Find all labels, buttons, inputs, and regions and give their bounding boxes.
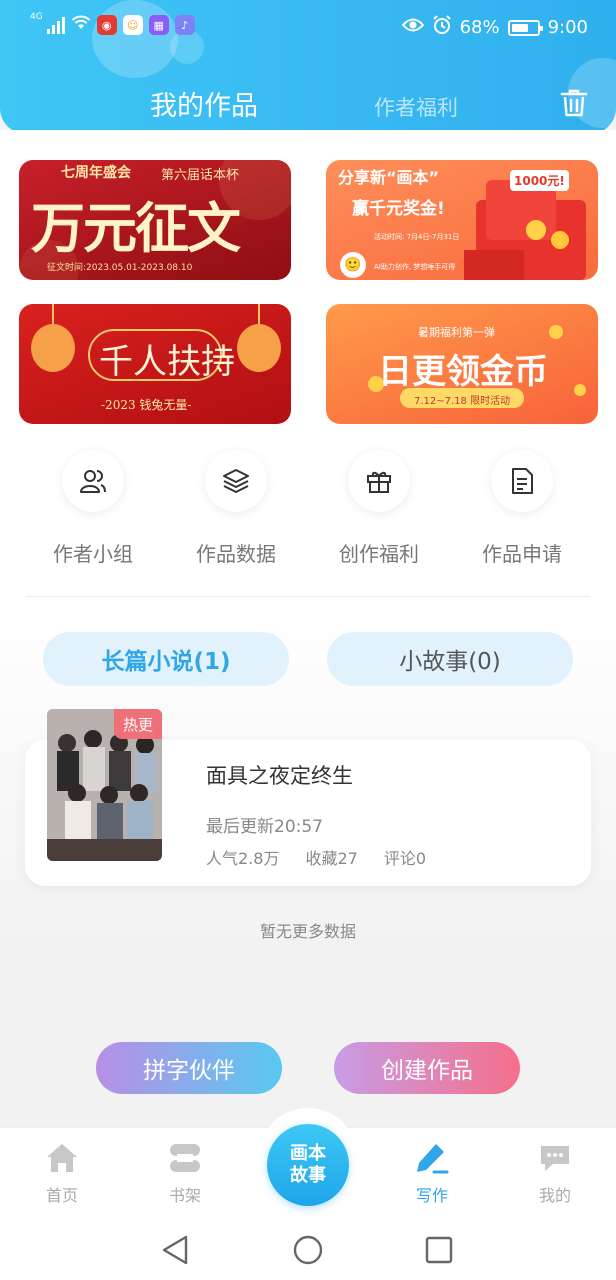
- group-icon: [62, 450, 124, 512]
- work-stats: 人气2.8万 收藏27 评论0: [206, 845, 426, 869]
- quick-work-application[interactable]: 作品申请: [457, 450, 587, 567]
- battery-percent: 68%: [459, 17, 500, 38]
- bookshelf-icon: [140, 1140, 230, 1176]
- quick-author-group[interactable]: 作者小组: [28, 450, 158, 567]
- partner-button[interactable]: 拼字伙伴: [96, 1042, 282, 1094]
- reward-badge: 1000元!: [510, 170, 569, 191]
- work-comments: 评论0: [383, 849, 427, 868]
- work-popularity: 人气2.8万: [206, 849, 280, 868]
- nav-mine[interactable]: 我的: [510, 1140, 600, 1206]
- banner-support-program[interactable]: 千人扶持 -2023 钱兔无量-: [19, 304, 291, 424]
- trash-icon[interactable]: [560, 88, 588, 118]
- tab-my-works[interactable]: 我的作品: [150, 84, 258, 123]
- create-work-button[interactable]: 创建作品: [334, 1042, 520, 1094]
- banner-share-reward[interactable]: 分享新“画本” 赢千元奖金! 1000元! 活动时间: 7月4日-7月31日 🙂…: [326, 160, 598, 280]
- netease-icon: ◉: [96, 15, 117, 35]
- gift-icon: [348, 450, 410, 512]
- segment-novels[interactable]: 长篇小说(1): [43, 632, 289, 686]
- banner-essay-contest[interactable]: 七周年盛会 第六届话本杯 万元征文 征文时间:2023.05.01-2023.0…: [19, 160, 291, 280]
- pen-icon: [387, 1140, 477, 1176]
- recents-icon[interactable]: [425, 1236, 453, 1264]
- music-icon: ♪: [174, 15, 195, 35]
- app-face-icon: ☺: [122, 15, 143, 35]
- hot-tag-badge: 热更: [114, 709, 162, 739]
- system-navigation-bar: [0, 1220, 616, 1280]
- wifi-icon: [71, 15, 91, 35]
- home-circle-icon[interactable]: [293, 1235, 323, 1265]
- quick-creation-benefits[interactable]: 创作福利: [314, 450, 444, 567]
- nav-write[interactable]: 写作: [387, 1140, 477, 1206]
- clock: 9:00: [547, 17, 588, 38]
- work-title[interactable]: 面具之夜定终生: [206, 760, 353, 790]
- eye-icon: [401, 17, 424, 38]
- tab-author-benefits[interactable]: 作者福利: [374, 92, 458, 122]
- home-icon: [17, 1140, 107, 1176]
- document-icon: [491, 450, 553, 512]
- app-grid-icon: ▦: [148, 15, 169, 35]
- nav-home[interactable]: 首页: [17, 1140, 107, 1206]
- segment-stories[interactable]: 小故事(0): [327, 632, 573, 686]
- nav-bookshelf[interactable]: 书架: [140, 1140, 230, 1206]
- battery-icon: [507, 19, 543, 36]
- alarm-icon: [432, 15, 452, 40]
- status-bar: 4G ◉ ☺ ▦ ♪ 68% 9:00: [0, 0, 616, 56]
- center-story-button[interactable]: 画本 故事: [267, 1124, 349, 1206]
- back-icon[interactable]: [162, 1235, 188, 1265]
- divider: [26, 596, 590, 597]
- network-type: 4G: [30, 12, 43, 22]
- work-last-update: 最后更新20:57: [206, 817, 323, 837]
- layers-icon: [205, 450, 267, 512]
- mascot-icon: 🙂: [340, 252, 366, 278]
- signal-icon: [46, 16, 65, 34]
- header: 4G ◉ ☺ ▦ ♪ 68% 9:00 我的作品 作者福利: [0, 0, 616, 134]
- no-more-data-text: 暂无更多数据: [259, 922, 356, 941]
- quick-actions: 作者小组 作品数据 创作福利 作品申请: [0, 450, 616, 570]
- chat-bubble-icon: [510, 1140, 600, 1176]
- work-favorites: 收藏27: [305, 849, 358, 868]
- banner-daily-update[interactable]: 暑期福利第一弹 日更领金币 7.12~7.18 限时活动: [326, 304, 598, 424]
- quick-work-data[interactable]: 作品数据: [171, 450, 301, 567]
